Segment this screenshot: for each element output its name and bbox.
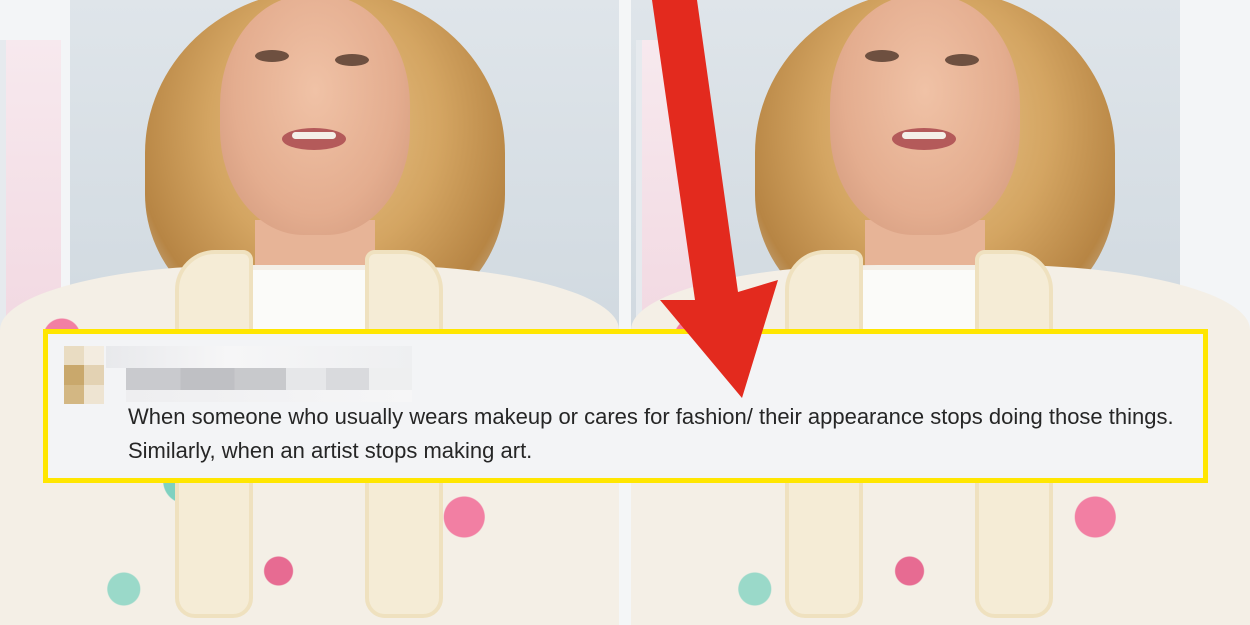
panel-divider	[619, 0, 631, 625]
right-eye	[945, 54, 979, 66]
comment-text: When someone who usually wears makeup or…	[128, 404, 1174, 463]
photo-scene	[631, 0, 1250, 625]
blurred-username	[106, 346, 412, 402]
left-eye	[255, 50, 289, 62]
mouth	[892, 128, 956, 150]
photo-panel-right	[631, 0, 1250, 625]
right-eye	[335, 54, 369, 66]
mouth	[282, 128, 346, 150]
face	[220, 0, 410, 235]
photo-scene	[0, 0, 619, 625]
window-glass	[0, 40, 61, 330]
window-glass	[636, 40, 697, 330]
left-eye	[865, 50, 899, 62]
comment-card: When someone who usually wears makeup or…	[43, 329, 1208, 483]
face	[830, 0, 1020, 235]
photo-panel-left	[0, 0, 619, 625]
pixelated-avatar-icon	[64, 346, 104, 404]
